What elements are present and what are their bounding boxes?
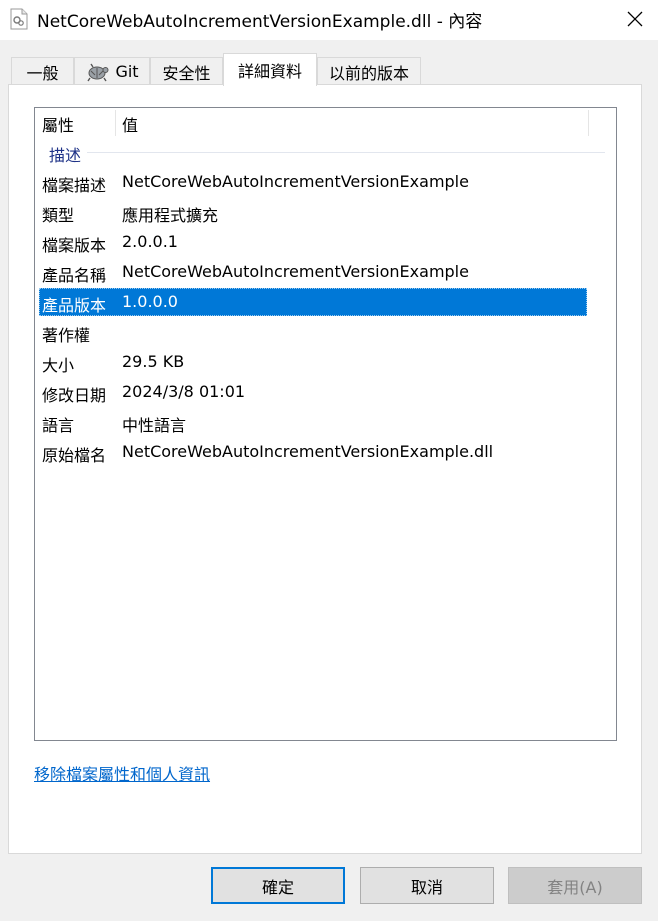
list-item[interactable]: 檔案版本 2.0.0.1 [39, 228, 587, 256]
property-name: 產品版本 [42, 296, 107, 315]
title-bar: NetCoreWebAutoIncrementVersionExample.dl… [0, 0, 658, 40]
remove-properties-link[interactable]: 移除檔案屬性和個人資訊 [34, 761, 210, 785]
property-name: 檔案描述 [42, 176, 107, 195]
tab-security-label: 安全性 [162, 63, 211, 83]
property-name: 類型 [42, 206, 75, 225]
property-name: 原始檔名 [42, 446, 107, 465]
list-item[interactable]: 語言 中性語言 [39, 408, 587, 436]
property-name: 大小 [42, 356, 75, 375]
column-divider[interactable] [115, 110, 116, 136]
column-divider[interactable] [588, 110, 589, 136]
property-name: 產品名稱 [42, 266, 107, 285]
property-value: 中性語言 [122, 416, 187, 435]
list-item[interactable]: 著作權 [39, 318, 587, 346]
list-item[interactable]: 檔案描述 NetCoreWebAutoIncrementVersionExamp… [39, 168, 587, 196]
property-name: 修改日期 [42, 386, 107, 405]
tab-git[interactable]: Git [74, 57, 150, 85]
property-value: NetCoreWebAutoIncrementVersionExample.dl… [122, 442, 494, 461]
tab-general[interactable]: 一般 [11, 57, 74, 85]
group-header-description[interactable]: 描述 [35, 140, 616, 165]
document-file-icon [10, 8, 28, 30]
property-value: 1.0.0.0 [122, 292, 178, 311]
group-label: 描述 [49, 146, 82, 165]
ok-button[interactable]: 確定 [211, 867, 345, 904]
window-title: NetCoreWebAutoIncrementVersionExample.dl… [37, 12, 483, 32]
list-item-selected[interactable]: 產品版本 1.0.0.0 [39, 288, 587, 316]
property-value: 29.5 KB [122, 352, 185, 371]
tab-previous-versions-label: 以前的版本 [328, 63, 409, 83]
tab-details-label: 詳細資料 [237, 62, 302, 81]
property-value: NetCoreWebAutoIncrementVersionExample [122, 262, 469, 281]
column-header-value[interactable]: 值 [122, 112, 138, 136]
cancel-button[interactable]: 取消 [360, 867, 494, 904]
property-name: 著作權 [42, 326, 91, 345]
list-item[interactable]: 大小 29.5 KB [39, 348, 587, 376]
tab-git-label: Git [115, 62, 139, 81]
list-item[interactable]: 類型 應用程式擴充 [39, 198, 587, 226]
property-value: 2024/3/8 01:01 [122, 382, 246, 401]
tortoise-git-icon [87, 63, 109, 81]
property-value: NetCoreWebAutoIncrementVersionExample [122, 172, 469, 191]
property-value: 應用程式擴充 [122, 206, 219, 225]
list-item[interactable]: 原始檔名 NetCoreWebAutoIncrementVersionExamp… [39, 438, 587, 466]
details-panel: 屬性 值 描述 檔案描述 NetCoreWebAutoIncrementVers… [8, 84, 642, 854]
tab-security[interactable]: 安全性 [150, 57, 223, 85]
tab-previous-versions[interactable]: 以前的版本 [317, 57, 421, 85]
close-button[interactable] [612, 0, 658, 38]
list-header: 屬性 值 [35, 108, 616, 138]
close-icon [627, 11, 643, 27]
list-item[interactable]: 產品名稱 NetCoreWebAutoIncrementVersionExamp… [39, 258, 587, 286]
tab-general-label: 一般 [26, 63, 59, 83]
property-name: 語言 [42, 416, 75, 435]
list-item[interactable]: 修改日期 2024/3/8 01:01 [39, 378, 587, 406]
column-header-property[interactable]: 屬性 [42, 112, 74, 136]
property-value: 2.0.0.1 [122, 232, 178, 251]
group-divider [87, 152, 605, 153]
details-list[interactable]: 屬性 值 描述 檔案描述 NetCoreWebAutoIncrementVers… [34, 107, 617, 741]
tab-details[interactable]: 詳細資料 [223, 53, 317, 86]
apply-button[interactable]: 套用(A) [508, 867, 642, 904]
tab-strip: 一般 Git 安全性 詳細資料 以前的版本 [10, 53, 650, 86]
property-name: 檔案版本 [42, 236, 107, 255]
